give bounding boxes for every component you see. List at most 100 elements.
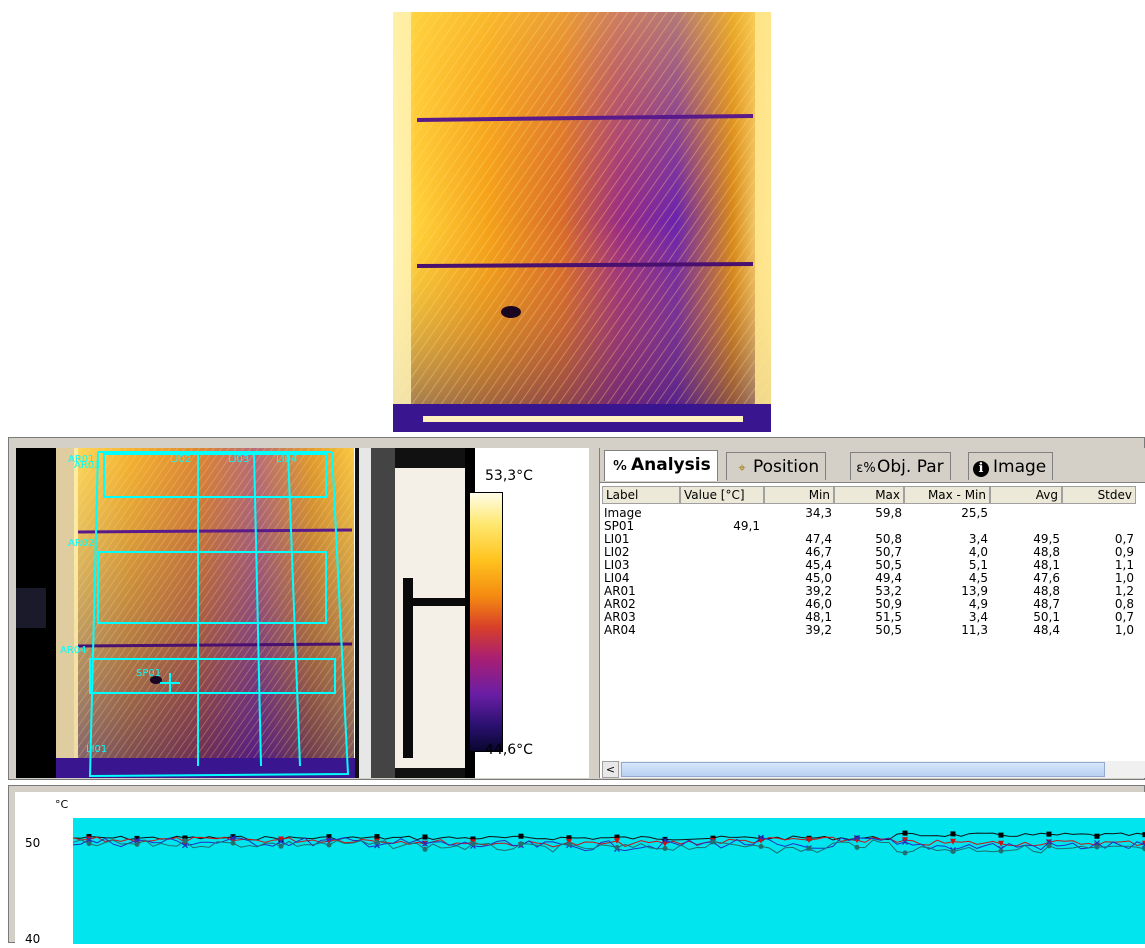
cell-max: 59,8	[834, 506, 902, 520]
cell-stdev: 1,2	[1062, 584, 1134, 598]
table-row[interactable]: LI0246,750,74,048,80,9	[600, 545, 1145, 559]
tab-image-label: Image	[993, 457, 1046, 477]
plot-marker	[519, 841, 524, 846]
col-header-max[interactable]: Max	[834, 486, 904, 504]
cell-stdev: 0,7	[1062, 610, 1134, 624]
overlay-label-li02: LI02	[170, 454, 191, 465]
col-header-max-min[interactable]: Max - Min	[904, 486, 990, 504]
plot-marker	[711, 839, 716, 844]
cell-max-min: 25,5	[904, 506, 988, 520]
col-header-label[interactable]: Label	[602, 486, 680, 504]
plot-marker	[663, 846, 668, 851]
cell-avg: 48,8	[990, 545, 1060, 559]
plot-marker	[951, 849, 956, 854]
scroll-left-arrow-icon[interactable]: <	[602, 761, 619, 778]
tab-image[interactable]: ℹImage	[968, 452, 1053, 480]
table-row[interactable]: SP0149,1	[600, 519, 1145, 533]
plot-marker	[471, 841, 476, 846]
temperature-scale: 53,3°C 44,6°C	[359, 448, 589, 778]
table-row[interactable]: LI0345,450,55,148,11,1	[600, 558, 1145, 572]
temperature-plot-panel: °C 50 40	[8, 785, 1145, 943]
overlay-label-ar02: AR02	[68, 538, 95, 549]
cell-max: 50,5	[834, 623, 902, 637]
table-row[interactable]: AR0348,151,53,450,10,7	[600, 610, 1145, 624]
col-header-stdev[interactable]: Stdev	[1062, 486, 1136, 504]
cell-min: 45,4	[764, 558, 832, 572]
cell-max-min: 4,5	[904, 571, 988, 585]
cell-avg: 49,5	[990, 532, 1060, 546]
overlay-label-ar04: AR04	[60, 645, 87, 656]
analysis-table: Label Value [°C] Min Max Max - Min Avg S…	[600, 484, 1145, 756]
cell-max: 50,8	[834, 532, 902, 546]
overlay-label-li03: LI03	[228, 454, 249, 465]
plot-marker	[87, 841, 92, 846]
object-parameters-icon: ε%	[855, 455, 877, 483]
plot-marker	[135, 842, 140, 847]
plot-marker	[1047, 832, 1052, 837]
plot-marker	[1047, 843, 1052, 848]
table-row[interactable]: AR0246,050,94,948,70,8	[600, 597, 1145, 611]
cell-stdev: 0,8	[1062, 597, 1134, 611]
tab-position[interactable]: ⌖Position	[726, 452, 826, 480]
cell-label: AR01	[604, 584, 680, 598]
plot-marker	[1095, 834, 1100, 839]
door-frame-view	[355, 448, 475, 778]
horizontal-scrollbar[interactable]: <	[602, 761, 1145, 778]
y-tick-50: 50	[25, 836, 40, 850]
tab-analysis-label: Analysis	[631, 455, 711, 475]
plot-marker	[423, 835, 428, 840]
cell-label: SP01	[604, 519, 680, 533]
tab-obj-par[interactable]: ε%Obj. Par	[850, 452, 951, 480]
plot-lines	[73, 818, 1145, 944]
cell-max-min: 3,4	[904, 610, 988, 624]
plot-marker	[615, 845, 620, 850]
cell-stdev: 1,0	[1062, 623, 1134, 637]
cell-max-min: 11,3	[904, 623, 988, 637]
overlay-label-sp01: SP01	[136, 668, 161, 679]
cell-min: 39,2	[764, 584, 832, 598]
plot-marker	[807, 846, 812, 851]
plot-marker	[951, 831, 956, 836]
col-header-avg[interactable]: Avg	[990, 486, 1062, 504]
scale-min-label: 44,6°C	[485, 742, 533, 758]
cell-min: 46,7	[764, 545, 832, 559]
cell-label: LI03	[604, 558, 680, 572]
cell-stdev: 1,1	[1062, 558, 1134, 572]
cell-min: 45,0	[764, 571, 832, 585]
cell-max: 51,5	[834, 610, 902, 624]
cell-min: 48,1	[764, 610, 832, 624]
position-icon: ⌖	[731, 455, 753, 483]
thermal-photo-graphic	[393, 12, 771, 432]
analysis-icon: ⁰⁄₀	[609, 453, 631, 481]
table-row[interactable]: LI0445,049,44,547,61,0	[600, 571, 1145, 585]
table-row[interactable]: AR0439,250,511,348,41,0	[600, 623, 1145, 637]
cell-label: AR02	[604, 597, 680, 611]
table-row[interactable]: LI0147,450,83,449,50,7	[600, 532, 1145, 546]
plot-container: °C 50 40	[15, 792, 1145, 944]
overlay-label-li01: LI01	[86, 744, 107, 755]
scrollbar-thumb[interactable]	[621, 762, 1105, 777]
tab-analysis[interactable]: ⁰⁄₀Analysis	[604, 450, 718, 481]
tab-obj-par-label: Obj. Par	[877, 457, 944, 477]
y-tick-40: 40	[25, 932, 40, 946]
plot-marker	[279, 844, 284, 849]
tab-strip: ⁰⁄₀Analysis ⌖Position ε%Obj. Par ℹImage	[600, 448, 1145, 483]
plot-area[interactable]	[73, 818, 1145, 944]
cell-label: LI01	[604, 532, 680, 546]
plot-marker	[519, 834, 524, 839]
table-row[interactable]: AR0139,253,213,948,81,2	[600, 584, 1145, 598]
cell-max: 50,7	[834, 545, 902, 559]
cell-label: AR04	[604, 623, 680, 637]
plot-marker	[855, 845, 860, 850]
col-header-value[interactable]: Value [°C]	[680, 486, 764, 504]
cell-max-min: 13,9	[904, 584, 988, 598]
cell-max: 50,5	[834, 558, 902, 572]
cell-min: 39,2	[764, 623, 832, 637]
thermal-image-view[interactable]: AR01 AR03 AR02 AR04 LI02 LI03 LI04 LI01 …	[16, 448, 356, 778]
tab-position-label: Position	[753, 457, 819, 477]
color-scale-bar	[469, 492, 503, 752]
cell-label: LI04	[604, 571, 680, 585]
plot-marker	[375, 840, 380, 845]
table-row[interactable]: Image34,359,825,5	[600, 506, 1145, 520]
col-header-min[interactable]: Min	[764, 486, 834, 504]
